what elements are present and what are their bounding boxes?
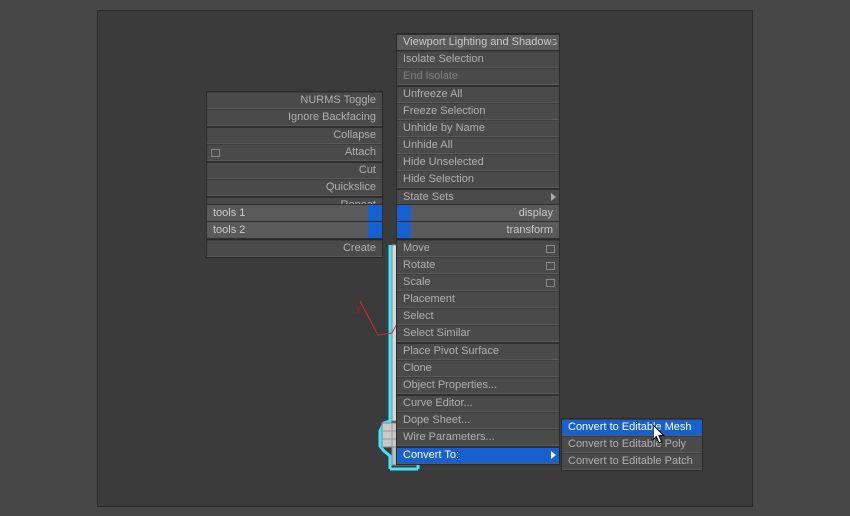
menu-item-unhide-by-name[interactable]: Unhide by Name (397, 120, 559, 137)
menu-item-placement[interactable]: Placement (397, 291, 559, 308)
menu-item-label: Attach (345, 146, 376, 158)
quad-marker-icon (368, 205, 382, 221)
menu-item-label: Move (403, 242, 430, 254)
menu-item-label: Scale (403, 276, 431, 288)
menu-item-convert-editable-poly[interactable]: Convert to Editable Poly (562, 436, 702, 453)
chevron-right-icon (551, 193, 556, 201)
menu-item-label: Rotate (403, 259, 435, 271)
quad-menu-transform: Move Rotate Scale Placement Select Selec… (396, 239, 560, 465)
viewport-3d[interactable]: y NURMS Toggle Ignore Backfacing Collaps… (97, 10, 753, 507)
submenu-convert-to: Convert to Editable Mesh Convert to Edit… (561, 418, 703, 471)
menu-item-convert-editable-patch[interactable]: Convert to Editable Patch (562, 453, 702, 470)
menu-item-place-pivot-surface[interactable]: Place Pivot Surface (397, 342, 559, 360)
quad-marker-icon (397, 222, 411, 238)
menu-item-unfreeze-all[interactable]: Unfreeze All (397, 85, 559, 103)
menu-item-label: Convert To: (403, 449, 459, 461)
menu-item-nurms-toggle[interactable]: NURMS Toggle (207, 92, 382, 109)
quad-marker-icon (368, 222, 382, 238)
chevron-right-icon (551, 451, 556, 459)
menu-item-clone[interactable]: Clone (397, 360, 559, 377)
quad-label-display: display (396, 204, 560, 222)
menu-item-unhide-all[interactable]: Unhide All (397, 137, 559, 154)
menu-item-end-isolate: End Isolate (397, 68, 559, 85)
quad-label-text: tools 1 (213, 207, 245, 219)
menu-item-label: State Sets (403, 191, 454, 203)
options-icon[interactable] (546, 279, 555, 287)
menu-item-freeze-selection[interactable]: Freeze Selection (397, 103, 559, 120)
quad-label-tools1: tools 1 (206, 204, 383, 222)
menu-item-create[interactable]: Create (207, 240, 382, 257)
menu-item-convert-editable-mesh[interactable]: Convert to Editable Mesh (562, 419, 702, 436)
quad-label-text: transform (507, 224, 553, 236)
quad-label-text: display (519, 207, 553, 219)
menu-item-select-similar[interactable]: Select Similar (397, 325, 559, 342)
menu-item-label: Viewport Lighting and Shadows (403, 36, 557, 48)
options-icon[interactable] (546, 262, 555, 270)
chevron-right-icon (551, 38, 556, 46)
menu-item-wire-parameters[interactable]: Wire Parameters... (397, 429, 559, 446)
menu-item-cut[interactable]: Cut (207, 161, 382, 179)
quad-menu-create: Create (206, 239, 383, 258)
quad-label-tools2: tools 2 (206, 221, 383, 239)
menu-item-isolate-selection[interactable]: Isolate Selection (397, 51, 559, 68)
quad-menu-display: Viewport Lighting and Shadows Isolate Se… (396, 33, 560, 224)
menu-item-convert-to[interactable]: Convert To: (397, 446, 559, 464)
menu-item-quickslice[interactable]: Quickslice (207, 179, 382, 196)
menu-item-collapse[interactable]: Collapse (207, 126, 382, 144)
menu-item-object-properties[interactable]: Object Properties... (397, 377, 559, 394)
menu-item-viewport-lighting[interactable]: Viewport Lighting and Shadows (397, 34, 559, 51)
menu-item-move[interactable]: Move (397, 240, 559, 257)
quad-label-text: tools 2 (213, 224, 245, 236)
quad-label-transform: transform (396, 221, 560, 239)
menu-item-rotate[interactable]: Rotate (397, 257, 559, 274)
menu-item-curve-editor[interactable]: Curve Editor... (397, 394, 559, 412)
menu-item-attach[interactable]: Attach (207, 144, 382, 161)
menu-item-dope-sheet[interactable]: Dope Sheet... (397, 412, 559, 429)
menu-item-hide-unselected[interactable]: Hide Unselected (397, 154, 559, 171)
menu-item-hide-selection[interactable]: Hide Selection (397, 171, 559, 188)
quad-marker-icon (397, 205, 411, 221)
menu-item-scale[interactable]: Scale (397, 274, 559, 291)
menu-item-ignore-backfacing[interactable]: Ignore Backfacing (207, 109, 382, 126)
quad-menu-tools: NURMS Toggle Ignore Backfacing Collapse … (206, 91, 383, 215)
axis-label-y: y (356, 303, 361, 314)
menu-item-select[interactable]: Select (397, 308, 559, 325)
options-icon[interactable] (211, 149, 220, 157)
options-icon[interactable] (546, 245, 555, 253)
